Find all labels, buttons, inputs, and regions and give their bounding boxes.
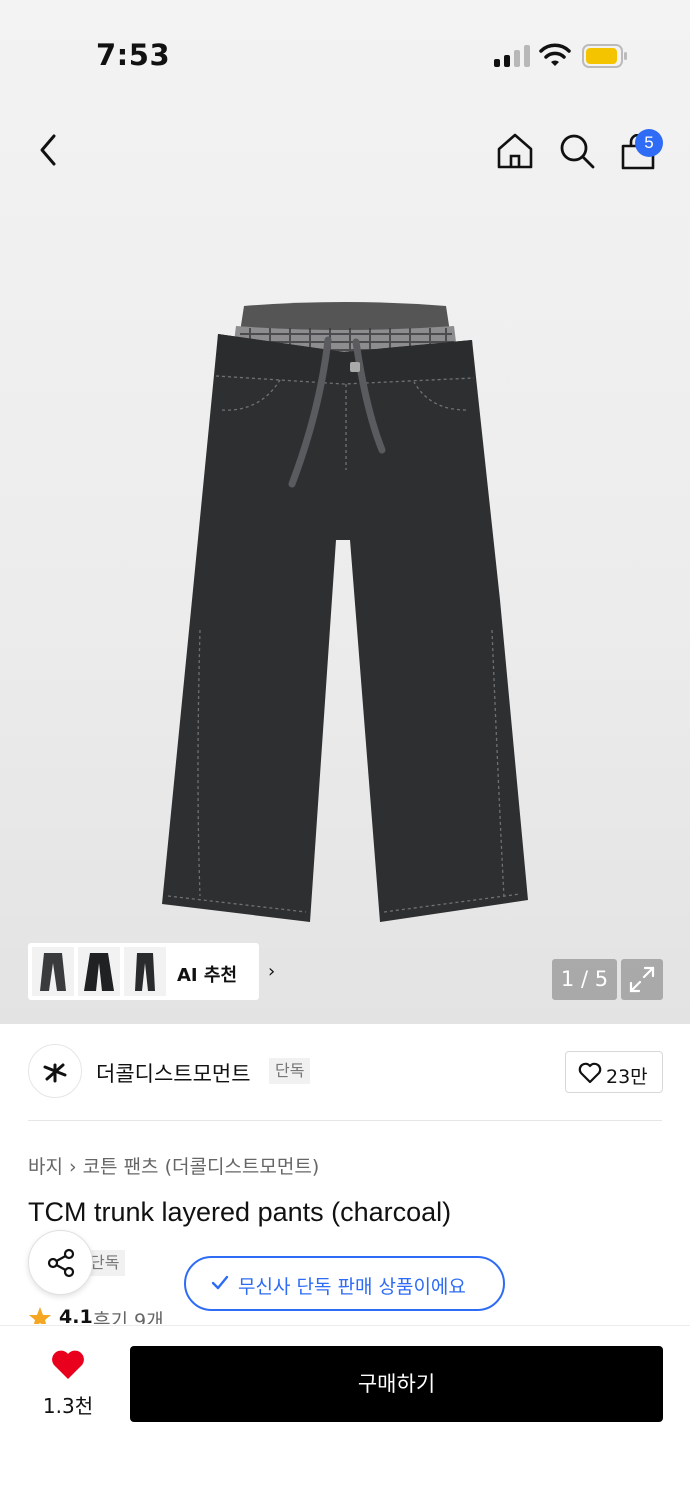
breadcrumb: 바지 › 코튼 팬츠 (더콜디스트모먼트) — [28, 1152, 325, 1179]
chevron-right-icon: › — [268, 961, 276, 982]
brand-row: 더콜디스트모먼트 단독 23만 — [0, 1040, 690, 1104]
status-bar: 7:53 — [0, 0, 690, 100]
home-icon[interactable] — [496, 132, 534, 170]
divider — [28, 1120, 662, 1121]
top-nav — [0, 110, 690, 190]
ai-recommend-box[interactable]: AI 추천 › — [28, 943, 275, 1000]
cart-count-badge: 5 — [635, 129, 663, 157]
brand-like-button[interactable]: 23만 — [565, 1051, 663, 1093]
ai-thumbnail[interactable] — [78, 947, 120, 996]
brand-like-count: 23만 — [606, 1066, 648, 1088]
star-icon — [29, 1307, 51, 1324]
exclusive-badge: 단독 — [269, 1058, 311, 1084]
brand-name[interactable]: 더콜디스트모먼트 — [96, 1058, 251, 1088]
signal-icon — [494, 45, 530, 67]
heart-outline-icon — [578, 1062, 602, 1084]
product-like-count: 1.3천 — [42, 1394, 94, 1418]
breadcrumb-category[interactable]: 바지 — [28, 1156, 63, 1178]
expand-icon — [629, 966, 655, 993]
buy-button[interactable]: 구매하기 — [130, 1346, 663, 1422]
ai-thumbnail[interactable] — [124, 947, 166, 996]
check-icon — [211, 1275, 229, 1290]
battery-icon — [582, 44, 627, 68]
verify-label: 무신사 단독 판매 상품이에요 — [238, 1276, 466, 1298]
brand-logo[interactable] — [28, 1044, 82, 1098]
wifi-icon — [539, 43, 571, 66]
product-like-button[interactable]: 1.3천 — [38, 1350, 98, 1420]
brand-logo-mark — [43, 1063, 67, 1083]
share-button[interactable] — [28, 1230, 93, 1295]
product-image[interactable] — [160, 300, 530, 925]
ai-recommend-label: AI 추천 — [177, 965, 238, 986]
breadcrumb-separator-icon: › — [68, 1156, 77, 1178]
expand-button[interactable] — [621, 959, 663, 1000]
ai-thumbnail[interactable] — [32, 947, 74, 996]
share-icon — [47, 1248, 75, 1278]
heart-filled-icon — [52, 1350, 84, 1379]
search-icon[interactable] — [558, 132, 596, 170]
review-count[interactable]: 후기 9개 — [93, 1306, 164, 1324]
back-arrow-icon[interactable] — [36, 132, 60, 168]
breadcrumb-subcategory[interactable]: 코튼 팬츠 (더콜디스트모먼트) — [83, 1156, 320, 1178]
product-title: TCM trunk layered pants (charcoal) — [28, 1197, 452, 1227]
status-time: 7:53 — [96, 38, 171, 72]
bottom-action-bar: 1.3천 구매하기 — [0, 1325, 690, 1500]
rating-value: 4.1 — [59, 1306, 93, 1324]
page-indicator: 1 / 5 — [552, 959, 617, 1000]
exclusive-verify-pill[interactable]: 무신사 단독 판매 상품이에요 — [184, 1256, 505, 1311]
